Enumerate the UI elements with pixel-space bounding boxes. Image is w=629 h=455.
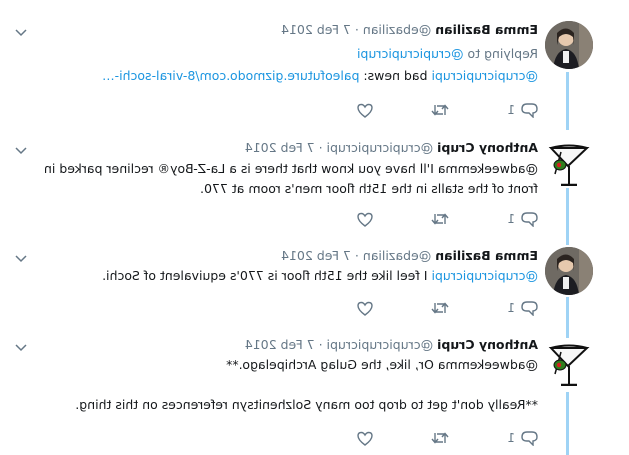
- retweet-icon: [431, 213, 449, 225]
- user-handle[interactable]: @crupicrupicrupi: [327, 140, 434, 155]
- display-name[interactable]: Anthony Crupi: [437, 337, 538, 352]
- tweet-actions: 1: [299, 210, 538, 228]
- reply-icon: [521, 102, 538, 118]
- user-handle[interactable]: @ebazilian: [363, 248, 431, 263]
- tweet-text: @adweekemma I'll have you know that ther…: [43, 161, 538, 196]
- martini-avatar-icon: [548, 144, 590, 186]
- user-handle[interactable]: @ebazilian: [363, 22, 431, 37]
- tweet-paragraph: **Really don't get to drop too many Solz…: [75, 397, 538, 412]
- timestamp[interactable]: 7 Feb 2014: [245, 337, 315, 352]
- reply-icon: [521, 211, 538, 227]
- reply-count: 1: [507, 301, 515, 315]
- martini-avatar-icon: [548, 344, 590, 386]
- reply-button[interactable]: 1: [507, 300, 538, 316]
- tweet[interactable]: Emma Bazilian @ebazilian · 7 Feb 2014 Re…: [0, 0, 629, 125]
- tweet-header: Emma Bazilian @ebazilian · 7 Feb 2014: [16, 22, 538, 38]
- separator: ·: [318, 140, 323, 155]
- separator: ·: [354, 22, 359, 37]
- retweet-button[interactable]: [431, 431, 449, 445]
- like-icon: [357, 431, 374, 446]
- chevron-down-icon[interactable]: [14, 254, 28, 264]
- reply-button[interactable]: 1: [507, 430, 538, 446]
- avatar-photo-icon: [545, 21, 593, 69]
- separator: ·: [354, 248, 359, 263]
- chevron-down-icon[interactable]: [14, 28, 28, 38]
- replying-to-label: Replying to: [467, 46, 538, 61]
- retweet-button[interactable]: [431, 301, 449, 315]
- conversation-thread: Emma Bazilian @ebazilian · 7 Feb 2014 Re…: [0, 0, 629, 455]
- tweet-text: @crupicrupicrupi bad news: paleofuture.g…: [16, 66, 538, 86]
- tweet-actions: 1: [299, 429, 538, 447]
- chevron-down-icon[interactable]: [14, 343, 28, 353]
- like-icon: [357, 301, 374, 316]
- reply-icon: [521, 430, 538, 446]
- tweet-actions: 1: [299, 299, 538, 317]
- replying-to: Replying to @crupicrupicrupi: [16, 46, 538, 61]
- timestamp[interactable]: 7 Feb 2014: [281, 248, 351, 263]
- tweet-header: Anthony Crupi @crupicrupicrupi · 7 Feb 2…: [16, 140, 538, 156]
- like-button[interactable]: [357, 212, 374, 227]
- tweet[interactable]: Anthony Crupi @crupicrupicrupi · 7 Feb 2…: [0, 128, 629, 240]
- avatar[interactable]: [545, 247, 593, 295]
- tweet-header: Anthony Crupi @crupicrupicrupi · 7 Feb 2…: [16, 337, 538, 353]
- tweet-text: @adweekemma Or, like, the Gulag Archipel…: [16, 355, 538, 415]
- avatar[interactable]: [545, 338, 593, 386]
- reply-count: 1: [507, 431, 515, 445]
- reply-count: 1: [507, 103, 515, 117]
- reply-button[interactable]: 1: [507, 102, 538, 118]
- tweet-actions: 1: [299, 101, 538, 119]
- avatar-photo-icon: [545, 247, 593, 295]
- tweet-header: Emma Bazilian @ebazilian · 7 Feb 2014: [16, 248, 538, 264]
- tweet[interactable]: Emma Bazilian @ebazilian · 7 Feb 2014 @c…: [0, 240, 629, 330]
- timestamp[interactable]: 7 Feb 2014: [245, 140, 315, 155]
- display-name[interactable]: Emma Bazilian: [435, 248, 538, 263]
- tweet-paragraph: @adweekemma Or, like, the Gulag Archipel…: [226, 357, 538, 372]
- tweet-body: bad news:: [359, 68, 432, 83]
- reply-icon: [521, 300, 538, 316]
- reply-count: 1: [507, 212, 515, 226]
- tweet-body: I feel like the 15th floor is 770's equi…: [102, 268, 432, 283]
- avatar[interactable]: [545, 21, 593, 69]
- separator: ·: [318, 337, 323, 352]
- url-link[interactable]: paleofuture.gizmodo.com/8-viral-sochi-…: [102, 68, 359, 83]
- mention-link[interactable]: @crupicrupicrupi: [431, 68, 538, 83]
- like-icon: [357, 212, 374, 227]
- like-button[interactable]: [357, 103, 374, 118]
- tweet-text: @crupicrupicrupi I feel like the 15th fl…: [16, 266, 538, 286]
- retweet-icon: [431, 302, 449, 314]
- retweet-button[interactable]: [431, 212, 449, 226]
- tweet[interactable]: Anthony Crupi @crupicrupicrupi · 7 Feb 2…: [0, 330, 629, 455]
- display-name[interactable]: Emma Bazilian: [435, 22, 538, 37]
- timestamp[interactable]: 7 Feb 2014: [281, 22, 351, 37]
- reply-handle-link[interactable]: @crupicrupicrupi: [357, 46, 464, 61]
- display-name[interactable]: Anthony Crupi: [437, 140, 538, 155]
- retweet-icon: [431, 104, 449, 116]
- user-handle[interactable]: @crupicrupicrupi: [327, 337, 434, 352]
- mention-link[interactable]: @crupicrupicrupi: [431, 268, 538, 283]
- avatar[interactable]: [545, 138, 593, 186]
- like-button[interactable]: [357, 301, 374, 316]
- like-icon: [357, 103, 374, 118]
- chevron-down-icon[interactable]: [14, 146, 28, 156]
- like-button[interactable]: [357, 431, 374, 446]
- reply-button[interactable]: 1: [507, 211, 538, 227]
- retweet-icon: [431, 432, 449, 444]
- retweet-button[interactable]: [431, 103, 449, 117]
